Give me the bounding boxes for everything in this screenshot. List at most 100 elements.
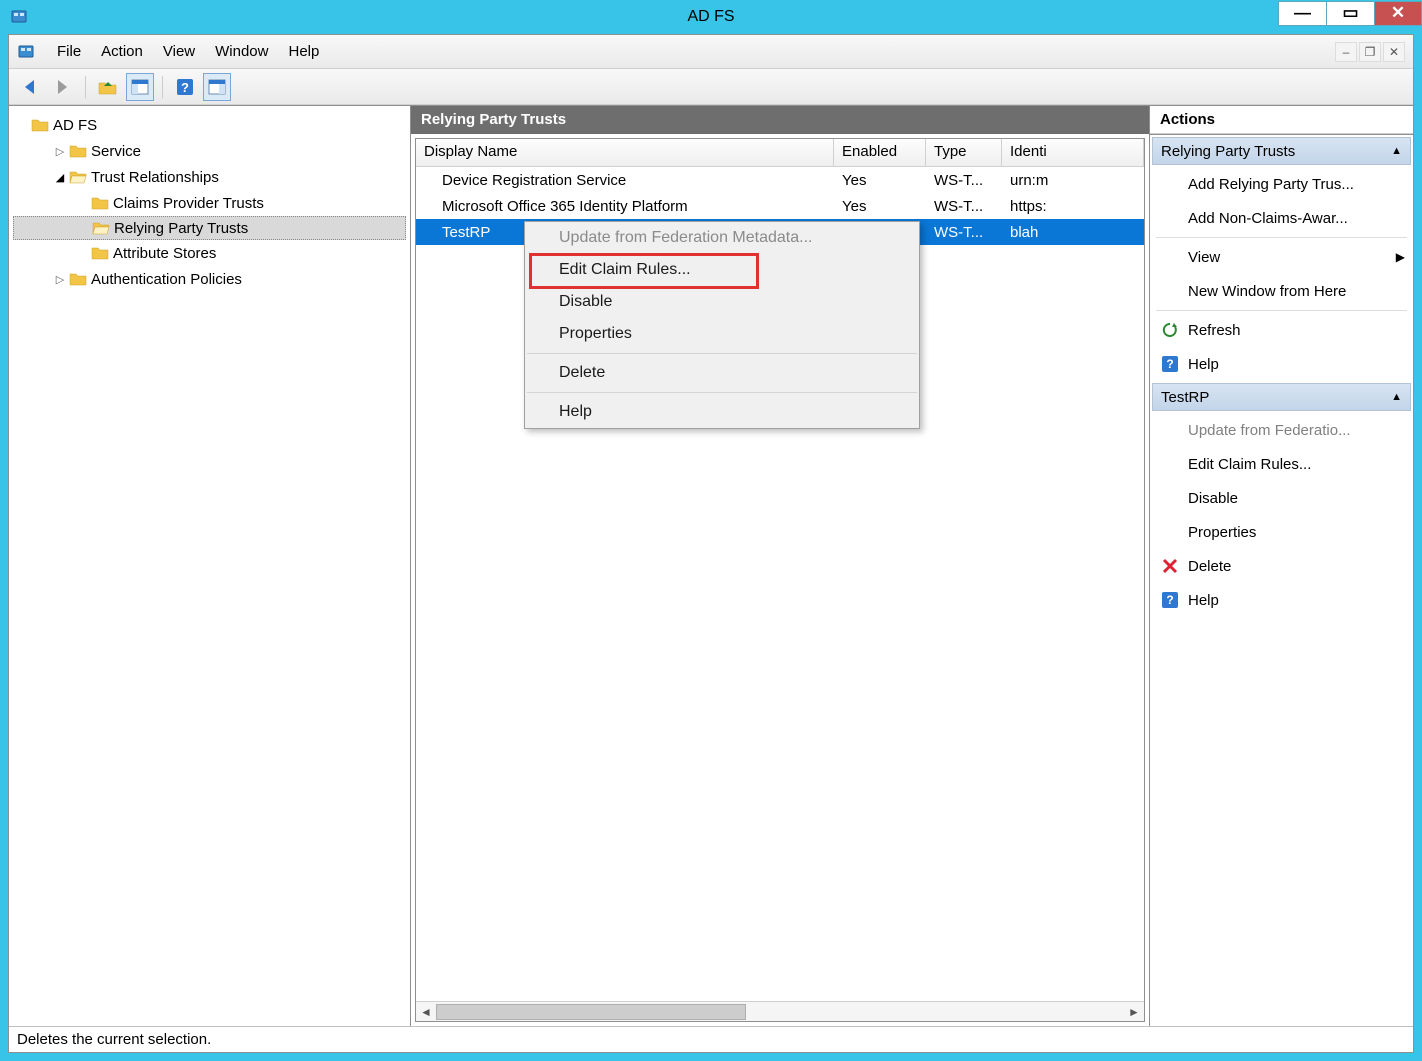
action-add-non-claims-awar[interactable]: Add Non-Claims-Awar... <box>1152 201 1413 235</box>
back-button[interactable] <box>17 73 45 101</box>
action-label: Add Non-Claims-Awar... <box>1188 210 1348 227</box>
action-disable[interactable]: Disable <box>1152 481 1413 515</box>
delete-icon <box>1160 557 1180 575</box>
scroll-thumb[interactable] <box>436 1004 746 1020</box>
column-header-enabled[interactable]: Enabled <box>834 139 926 166</box>
svg-text:?: ? <box>181 80 189 95</box>
mdi-restore[interactable]: ❐ <box>1359 42 1381 62</box>
cell-display-name: Device Registration Service <box>416 170 834 191</box>
action-delete[interactable]: Delete <box>1152 549 1413 583</box>
relying-party-trusts-list[interactable]: Display Name Enabled Type Identi Device … <box>415 138 1145 1022</box>
result-pane: Relying Party Trusts Display Name Enable… <box>411 106 1150 1026</box>
blank-icon <box>1160 209 1180 227</box>
action-label: Help <box>1188 592 1219 609</box>
actions-group-header-testrp[interactable]: TestRP▲ <box>1152 383 1411 411</box>
mdi-close[interactable]: ✕ <box>1383 42 1405 62</box>
context-menu-disable[interactable]: Disable <box>525 286 919 318</box>
context-menu-help[interactable]: Help <box>525 396 919 428</box>
mdi-minimize[interactable]: – <box>1335 42 1357 62</box>
cell-enabled: Yes <box>834 196 926 217</box>
maximize-button[interactable]: ▭ <box>1326 1 1374 26</box>
action-edit-claim-rules[interactable]: Edit Claim Rules... <box>1152 447 1413 481</box>
toolbar-separator <box>162 76 163 98</box>
cell-type: WS-T... <box>926 170 1002 191</box>
action-help[interactable]: ? Help <box>1152 583 1413 617</box>
folder-icon <box>91 195 109 211</box>
action-label: Delete <box>1188 558 1231 575</box>
menu-file[interactable]: File <box>47 39 91 64</box>
minimize-button[interactable]: — <box>1278 1 1326 26</box>
show-hide-action-pane-button[interactable] <box>203 73 231 101</box>
context-menu-delete[interactable]: Delete <box>525 357 919 389</box>
help-toolbar-button[interactable]: ? <box>171 73 199 101</box>
list-header-row[interactable]: Display Name Enabled Type Identi <box>416 139 1144 167</box>
action-label: View <box>1188 249 1220 266</box>
forward-button[interactable] <box>49 73 77 101</box>
scroll-right-icon[interactable]: ► <box>1124 1005 1144 1019</box>
submenu-arrow-icon: ▶ <box>1396 250 1405 264</box>
cell-type: WS-T... <box>926 222 1002 243</box>
blank-icon <box>1160 489 1180 507</box>
collapse-icon[interactable]: ▲ <box>1391 391 1402 403</box>
column-header-type[interactable]: Type <box>926 139 1002 166</box>
actions-group-header-relying-party-trusts[interactable]: Relying Party Trusts▲ <box>1152 137 1411 165</box>
blank-icon <box>1160 248 1180 266</box>
column-header-display-name[interactable]: Display Name <box>416 139 834 166</box>
help-icon: ? <box>1160 591 1180 609</box>
menu-help[interactable]: Help <box>278 39 329 64</box>
tree-item-claims-provider-trusts[interactable]: Claims Provider Trusts <box>13 190 406 216</box>
context-menu-properties[interactable]: Properties <box>525 318 919 350</box>
action-new-window-from-here[interactable]: New Window from Here <box>1152 274 1413 308</box>
show-hide-console-tree-button[interactable] <box>126 73 154 101</box>
menu-view[interactable]: View <box>153 39 205 64</box>
tree-label: Relying Party Trusts <box>114 220 248 237</box>
table-row[interactable]: Device Registration ServiceYesWS-T...urn… <box>416 167 1144 193</box>
table-row[interactable]: Microsoft Office 365 Identity PlatformYe… <box>416 193 1144 219</box>
window-title: AD FS <box>687 8 734 26</box>
action-view[interactable]: View ▶ <box>1152 240 1413 274</box>
cell-type: WS-T... <box>926 196 1002 217</box>
close-button[interactable]: ✕ <box>1374 1 1422 26</box>
toolbar-separator <box>85 76 86 98</box>
tree-label: Attribute Stores <box>113 245 216 262</box>
titlebar: AD FS — ▭ ✕ <box>0 0 1422 34</box>
blank-icon <box>1160 175 1180 193</box>
tree-item-relying-party-trusts[interactable]: Relying Party Trusts <box>13 216 406 240</box>
mmc-icon <box>17 42 37 62</box>
action-refresh[interactable]: Refresh <box>1152 313 1413 347</box>
action-help[interactable]: ?Help <box>1152 347 1413 381</box>
scroll-left-icon[interactable]: ◄ <box>416 1005 436 1019</box>
menu-window[interactable]: Window <box>205 39 278 64</box>
tree-root-adfs[interactable]: AD FS <box>13 112 406 138</box>
blank-icon <box>1160 421 1180 439</box>
action-label: New Window from Here <box>1188 283 1346 300</box>
horizontal-scrollbar[interactable]: ◄ ► <box>416 1001 1144 1021</box>
refresh-icon <box>1160 321 1180 339</box>
action-add-relying-party-trus[interactable]: Add Relying Party Trus... <box>1152 167 1413 201</box>
cell-display-name: Microsoft Office 365 Identity Platform <box>416 196 834 217</box>
up-folder-button[interactable] <box>94 73 122 101</box>
cell-ident: urn:m <box>1002 170 1144 191</box>
tree-item-attribute-stores[interactable]: Attribute Stores <box>13 240 406 266</box>
menu-action[interactable]: Action <box>91 39 153 64</box>
tree-item-service[interactable]: ▷Service <box>13 138 406 164</box>
folder-icon <box>69 143 87 159</box>
menu-separator <box>527 392 917 393</box>
action-properties[interactable]: Properties <box>1152 515 1413 549</box>
tree-item-trust-relationships[interactable]: ◢Trust Relationships <box>13 164 406 190</box>
action-label: Properties <box>1188 524 1256 541</box>
action-label: Update from Federatio... <box>1188 422 1351 439</box>
tree-item-authentication-policies[interactable]: ▷Authentication Policies <box>13 266 406 292</box>
folder-icon <box>69 271 87 287</box>
collapse-icon[interactable]: ◢ <box>53 171 67 184</box>
console-tree[interactable]: AD FS ▷Service◢Trust RelationshipsClaims… <box>9 106 411 1026</box>
action-label: Help <box>1188 356 1219 373</box>
expand-icon[interactable]: ▷ <box>53 145 67 158</box>
result-pane-title: Relying Party Trusts <box>411 106 1149 134</box>
cell-ident: blah <box>1002 222 1144 243</box>
collapse-icon[interactable]: ▲ <box>1391 145 1402 157</box>
column-header-identifier[interactable]: Identi <box>1002 139 1144 166</box>
expand-icon[interactable]: ▷ <box>53 273 67 286</box>
context-menu-edit-claim-rules[interactable]: Edit Claim Rules... <box>525 254 919 286</box>
action-label: Add Relying Party Trus... <box>1188 176 1354 193</box>
